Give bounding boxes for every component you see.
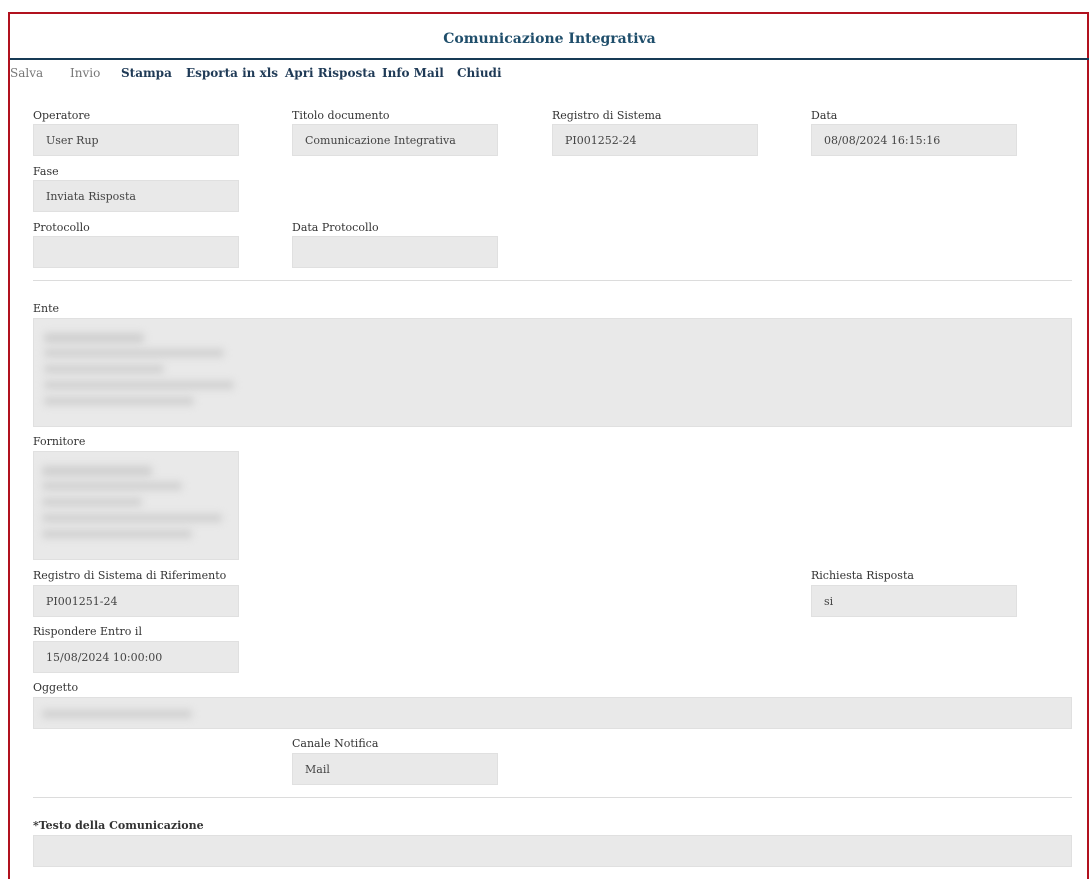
section-divider (33, 280, 1072, 281)
redacted-text (44, 365, 164, 373)
registro-riferimento-field[interactable]: PI001251-24 (33, 585, 239, 617)
canale-notifica-label: Canale Notifica (292, 737, 379, 750)
redacted-text (44, 333, 144, 343)
data-protocollo-label: Data Protocollo (292, 221, 379, 234)
page-header: Comunicazione Integrativa (10, 14, 1089, 60)
registro-sistema-label: Registro di Sistema (552, 109, 662, 122)
redacted-text (42, 482, 182, 490)
testo-comunicazione-label: *Testo della Comunicazione (33, 819, 204, 832)
chiudi-button[interactable]: Chiudi (457, 66, 502, 80)
fase-label: Fase (33, 165, 59, 178)
rispondere-entro-label: Rispondere Entro il (33, 625, 142, 638)
oggetto-field[interactable] (33, 697, 1072, 729)
richiesta-risposta-field[interactable]: si (811, 585, 1017, 617)
protocollo-field[interactable] (33, 236, 239, 268)
titolo-documento-field[interactable]: Comunicazione Integrativa (292, 124, 498, 156)
registro-sistema-field[interactable]: PI001252-24 (552, 124, 758, 156)
page-title: Comunicazione Integrativa (443, 31, 656, 47)
canale-notifica-field[interactable]: Mail (292, 753, 498, 785)
registro-riferimento-label: Registro di Sistema di Riferimento (33, 569, 227, 582)
redacted-text (42, 466, 152, 476)
redacted-text (44, 397, 194, 405)
esporta-xls-button[interactable]: Esporta in xls (186, 66, 278, 80)
data-field[interactable]: 08/08/2024 16:15:16 (811, 124, 1017, 156)
redacted-text (42, 514, 222, 522)
titolo-documento-label: Titolo documento (292, 109, 390, 122)
redacted-text (42, 498, 142, 506)
redacted-text (44, 381, 234, 389)
data-label: Data (811, 109, 838, 122)
protocollo-label: Protocollo (33, 221, 90, 234)
fornitore-field[interactable] (33, 451, 239, 560)
apri-risposta-button[interactable]: Apri Risposta (285, 66, 376, 80)
rispondere-entro-field[interactable]: 15/08/2024 10:00:00 (33, 641, 239, 673)
operatore-label: Operatore (33, 109, 91, 122)
salva-button[interactable]: Salva (10, 66, 43, 80)
testo-comunicazione-field[interactable] (33, 835, 1072, 867)
info-mail-button[interactable]: Info Mail (382, 66, 444, 80)
redacted-text (44, 349, 224, 357)
ente-label: Ente (33, 302, 60, 315)
fase-field[interactable]: Inviata Risposta (33, 180, 239, 212)
invio-button[interactable]: Invio (70, 66, 100, 80)
richiesta-risposta-label: Richiesta Risposta (811, 569, 914, 582)
section-divider (33, 797, 1072, 798)
operatore-field[interactable]: User Rup (33, 124, 239, 156)
stampa-button[interactable]: Stampa (121, 66, 172, 80)
ente-field[interactable] (33, 318, 1072, 427)
redacted-text (42, 710, 192, 718)
fornitore-label: Fornitore (33, 435, 86, 448)
data-protocollo-field[interactable] (292, 236, 498, 268)
oggetto-label: Oggetto (33, 681, 79, 694)
redacted-text (42, 530, 192, 538)
